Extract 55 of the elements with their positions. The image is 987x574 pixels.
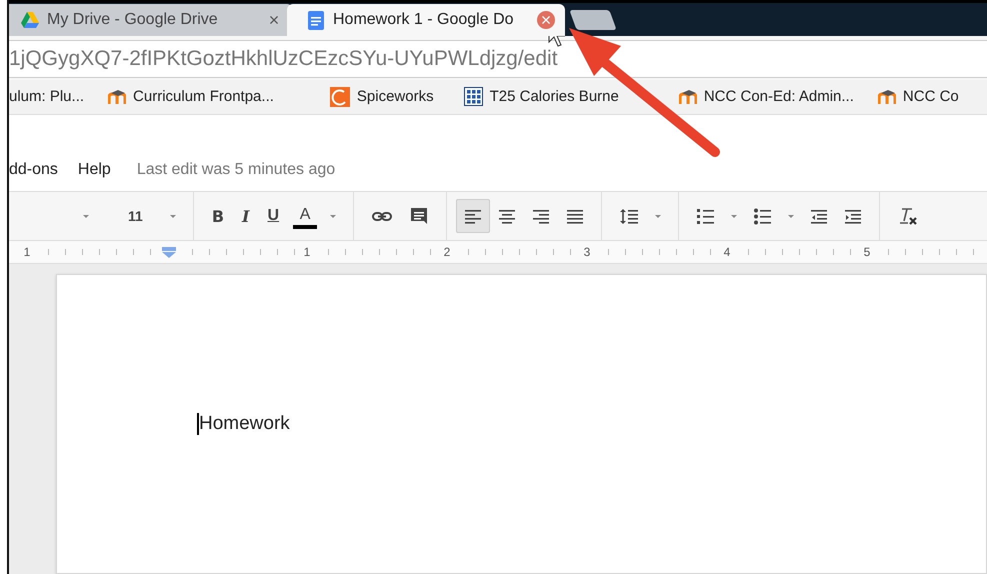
ruler-number: 3 <box>582 245 592 260</box>
close-tab-button[interactable]: × <box>265 11 283 30</box>
mortarboard-icon <box>108 88 126 105</box>
document-page[interactable]: Homework <box>56 274 987 574</box>
ruler-number: 4 <box>722 245 732 260</box>
decrease-indent-icon <box>811 208 828 224</box>
ruler-number: 1 <box>22 245 32 260</box>
bulleted-list-icon <box>754 208 772 225</box>
spiceworks-icon <box>330 86 350 107</box>
bookmark[interactable]: ulum: Plu... <box>9 88 84 106</box>
browser-tab[interactable]: Homework 1 - Google Do × <box>287 4 565 36</box>
menu-item[interactable]: Help <box>78 161 111 180</box>
clear-formatting-icon <box>898 207 918 226</box>
justify-icon <box>567 208 584 224</box>
menu-item[interactable]: dd-ons <box>9 161 58 180</box>
underline-button[interactable]: U <box>258 199 288 234</box>
bold-button[interactable]: B <box>202 199 234 234</box>
align-left-icon <box>465 208 482 224</box>
caret-icon <box>168 212 177 220</box>
caret-icon <box>787 212 796 220</box>
align-left-button[interactable] <box>456 199 490 234</box>
bookmark[interactable]: T25 Calories Burne <box>464 87 619 106</box>
align-right-icon <box>533 208 550 224</box>
ruler-number: 2 <box>442 245 452 260</box>
numbered-list-icon <box>697 208 714 225</box>
bookmark[interactable]: Curriculum Frontpa... <box>108 88 274 106</box>
caret-icon <box>654 212 662 220</box>
font-size-dropdown[interactable]: 11 <box>97 199 162 234</box>
comment-icon <box>410 207 428 226</box>
bookmark[interactable]: Spiceworks <box>330 86 434 107</box>
italic-button[interactable]: I <box>233 199 258 234</box>
ruler-number: 5 <box>862 245 872 260</box>
indent-marker[interactable] <box>162 246 176 258</box>
align-center-icon <box>499 208 516 224</box>
address-field[interactable]: 1jQGygXQ7-2fIPKtGoztHkhlUzCEzcSYu-UYuPWLdjzg/edit <box>9 40 987 78</box>
ruler-number: 1 <box>302 245 312 260</box>
mortarboard-icon <box>878 88 896 105</box>
bookmark[interactable]: NCC Co <box>878 88 959 106</box>
document-text: Homework <box>197 413 290 435</box>
caret-icon <box>730 212 738 220</box>
link-icon <box>372 210 392 223</box>
tab-title: Homework 1 - Google Do <box>333 11 514 30</box>
line-spacing-icon <box>620 208 638 225</box>
bookmark[interactable]: NCC Con-Ed: Admin... <box>678 88 854 106</box>
caret-icon <box>82 212 90 220</box>
increase-indent-icon <box>845 208 862 224</box>
text-color-button[interactable]: A <box>288 199 322 234</box>
last-edit-status[interactable]: Last edit was 5 minutes ago <box>136 161 336 180</box>
caret-icon <box>329 212 338 220</box>
drive-icon <box>21 11 39 30</box>
document-icon <box>307 10 325 30</box>
mortarboard-icon <box>678 88 697 105</box>
tab-title: My Drive - Google Drive <box>47 11 218 30</box>
grid-icon <box>464 87 483 106</box>
new-tab-button[interactable] <box>569 10 617 30</box>
